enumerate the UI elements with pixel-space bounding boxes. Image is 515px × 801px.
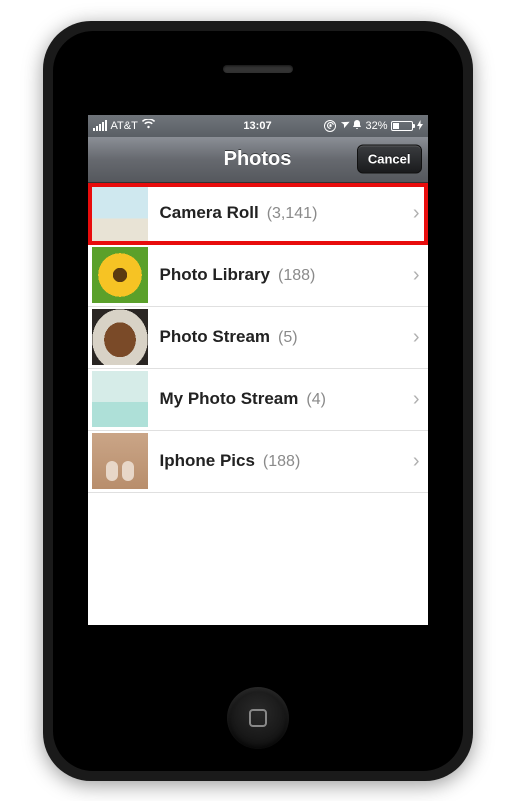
status-bar: AT&T 13:07 32% [88, 115, 428, 137]
album-name-label: Camera Roll [160, 203, 259, 223]
album-name-label: Iphone Pics [160, 451, 255, 471]
album-text: Photo Library (188) [160, 265, 401, 285]
album-thumbnail [92, 247, 148, 303]
album-thumbnail [92, 185, 148, 241]
album-count-label: (5) [278, 329, 298, 347]
status-left: AT&T [93, 119, 258, 132]
album-row[interactable]: Iphone Pics (188) › [88, 431, 428, 493]
charging-icon [417, 120, 423, 132]
album-count-label: (4) [306, 391, 326, 409]
phone-speaker [223, 65, 293, 73]
cancel-button[interactable]: Cancel [357, 145, 422, 174]
album-name-label: Photo Stream [160, 327, 271, 347]
chevron-right-icon: › [413, 388, 420, 411]
album-thumbnail [92, 433, 148, 489]
album-thumbnail [92, 309, 148, 365]
album-name-label: Photo Library [160, 265, 271, 285]
location-icon [338, 118, 352, 134]
alarm-icon [352, 119, 362, 132]
wifi-icon [142, 119, 155, 132]
album-row[interactable]: My Photo Stream (4) › [88, 369, 428, 431]
status-right: 32% [258, 119, 423, 132]
battery-pct-label: 32% [365, 120, 387, 132]
chevron-right-icon: › [413, 450, 420, 473]
home-button-square-icon [249, 709, 267, 727]
chevron-right-icon: › [413, 326, 420, 349]
album-row[interactable]: Photo Stream (5) › [88, 307, 428, 369]
nav-bar: Photos Cancel [88, 137, 428, 183]
nav-title: Photos [224, 148, 292, 171]
album-list[interactable]: Camera Roll(3,141)›Photo Library(188)›Ph… [88, 183, 428, 625]
album-name-label: My Photo Stream [160, 389, 299, 409]
album-thumbnail [92, 371, 148, 427]
carrier-label: AT&T [111, 120, 138, 132]
album-text: My Photo Stream (4) [160, 389, 401, 409]
screen: AT&T 13:07 32% [88, 115, 428, 625]
album-text: Photo Stream (5) [160, 327, 401, 347]
signal-bars-icon [93, 121, 107, 131]
phone-frame: AT&T 13:07 32% [43, 21, 473, 781]
album-text: Iphone Pics (188) [160, 451, 401, 471]
chevron-right-icon: › [413, 202, 420, 225]
battery-icon [391, 121, 413, 131]
orientation-lock-icon [324, 120, 336, 132]
phone-inner: AT&T 13:07 32% [53, 31, 463, 771]
home-button[interactable] [227, 687, 289, 749]
album-count-label: (188) [263, 453, 300, 471]
chevron-right-icon: › [413, 264, 420, 287]
album-row[interactable]: Camera Roll (3,141) › [88, 183, 428, 245]
status-time: 13:07 [243, 120, 271, 132]
album-row[interactable]: Photo Library (188) › [88, 245, 428, 307]
album-count-label: (188) [278, 267, 315, 285]
album-count-label: (3,141) [267, 205, 318, 223]
album-text: Camera Roll (3,141) [160, 203, 401, 223]
